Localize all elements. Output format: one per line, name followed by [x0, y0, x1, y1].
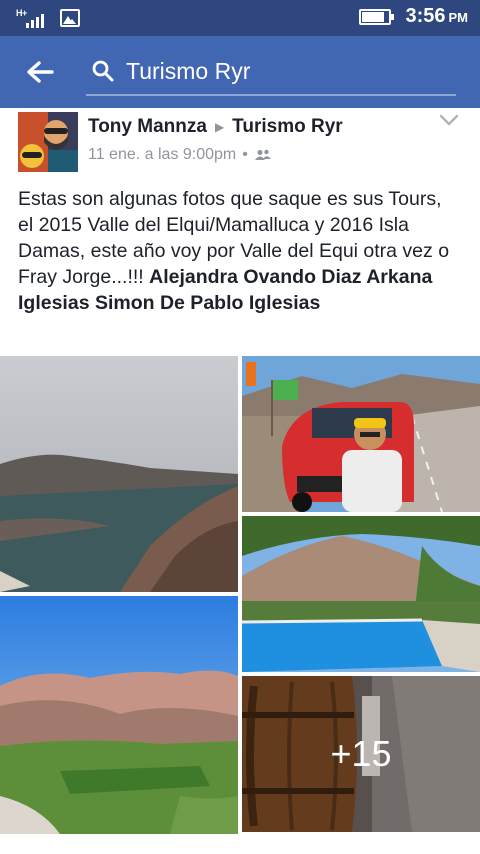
chevron-down-icon [439, 114, 459, 126]
photo-barrel[interactable]: +15 [242, 676, 480, 832]
clock: 3:56 PM [405, 5, 468, 28]
gallery-notification-icon [60, 9, 80, 27]
meta-separator: • [242, 146, 248, 163]
clock-time: 3:56 [405, 5, 446, 27]
arrow-right-icon: ▶ [214, 120, 225, 134]
post-timestamp[interactable]: 11 ene. a las 9:00pm [88, 146, 236, 164]
photo-red-van[interactable] [242, 356, 480, 512]
search-input[interactable] [126, 57, 446, 85]
post-card: Tony Mannza ▶ Turismo Ryr 11 ene. a las … [0, 108, 480, 854]
back-button[interactable] [20, 54, 60, 90]
more-photos-overlay[interactable]: +15 [242, 676, 480, 832]
back-arrow-icon [27, 61, 54, 83]
status-right: 3:56 PM [359, 5, 468, 28]
photo-grid: +15 [0, 356, 480, 834]
status-left: H+ [16, 8, 80, 28]
post-target[interactable]: Turismo Ryr [232, 116, 343, 138]
author-name[interactable]: Tony Mannza [88, 116, 207, 138]
search-icon [90, 58, 116, 84]
friends-icon [254, 149, 271, 160]
search-header [0, 36, 480, 108]
search-field[interactable] [86, 48, 456, 96]
more-photos-count: +15 [330, 733, 392, 774]
post-author-line: Tony Mannza ▶ Turismo Ryr [88, 116, 343, 138]
status-bar: H+ 3:56 PM [0, 0, 480, 36]
battery-icon [359, 8, 395, 25]
post-body: Estas son algunas fotos que saque es sus… [18, 186, 458, 316]
clock-ampm: PM [448, 10, 469, 25]
photo-lake[interactable] [0, 356, 238, 592]
post-meta: 11 ene. a las 9:00pm • [88, 146, 272, 164]
network-type: H+ [16, 8, 27, 18]
author-avatar[interactable] [18, 112, 78, 172]
post-options-button[interactable] [438, 112, 460, 128]
photo-pool[interactable] [242, 516, 480, 672]
signal-icon: H+ [16, 8, 50, 28]
photo-valley[interactable] [0, 596, 238, 834]
